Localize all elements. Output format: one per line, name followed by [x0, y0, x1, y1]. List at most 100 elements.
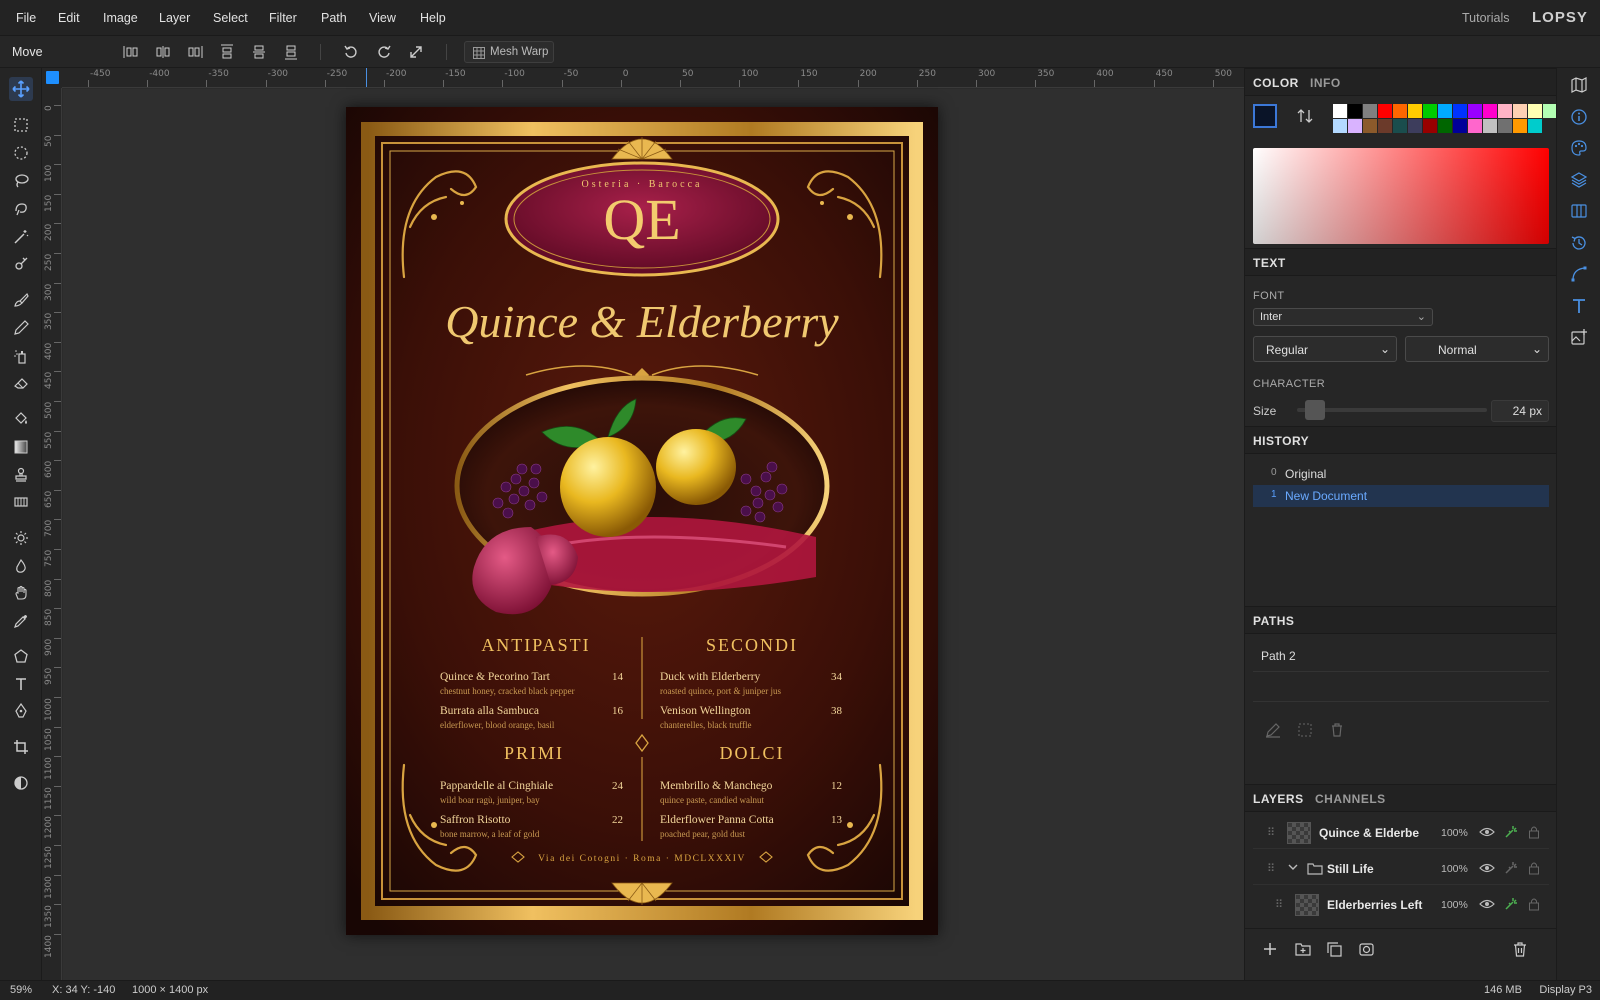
font-family-select[interactable]: Inter ⌄: [1253, 308, 1433, 326]
tab-history[interactable]: HISTORY: [1253, 434, 1309, 448]
visibility-eye-icon[interactable]: [1479, 861, 1495, 875]
color-swatch[interactable]: [1378, 104, 1392, 118]
ruler-origin-icon[interactable]: [46, 71, 59, 84]
rect-select-icon[interactable]: [9, 113, 33, 137]
path-item[interactable]: Path 2: [1253, 644, 1549, 672]
tutorials-link[interactable]: Tutorials: [1462, 11, 1509, 25]
swatch-grid[interactable]: [1333, 104, 1557, 134]
tab-paths[interactable]: PATHS: [1253, 614, 1294, 628]
info-icon[interactable]: [1571, 109, 1587, 125]
color-swatch[interactable]: [1468, 119, 1482, 133]
add-group-icon[interactable]: [1295, 942, 1311, 956]
menu-edit[interactable]: Edit: [58, 11, 80, 25]
paint-bucket-icon[interactable]: [9, 407, 33, 431]
magic-wand-icon[interactable]: [9, 225, 33, 249]
size-input[interactable]: 24 px: [1491, 400, 1549, 422]
foreground-swatch[interactable]: [1253, 104, 1277, 128]
hand-icon[interactable]: [9, 581, 33, 605]
align-top-icon[interactable]: [216, 42, 238, 62]
layer-mask-icon[interactable]: [1359, 942, 1374, 957]
duplicate-layer-icon[interactable]: [1327, 942, 1342, 957]
color-swatch[interactable]: [1453, 119, 1467, 133]
font-weight-select[interactable]: Regular ⌄: [1253, 336, 1397, 362]
color-swatch[interactable]: [1363, 104, 1377, 118]
layer-opacity[interactable]: 100%: [1441, 863, 1468, 875]
color-swatch[interactable]: [1483, 119, 1497, 133]
color-swatch[interactable]: [1393, 104, 1407, 118]
layer-opacity[interactable]: 100%: [1441, 827, 1468, 839]
layer-group-row[interactable]: ⠿ Still Life 100%: [1253, 853, 1549, 885]
color-swatch[interactable]: [1393, 119, 1407, 133]
rotate-cw-icon[interactable]: [373, 42, 395, 62]
text-tool-icon[interactable]: [9, 672, 33, 696]
drag-handle-icon[interactable]: ⠿: [1275, 898, 1283, 911]
lasso-icon[interactable]: [9, 169, 33, 193]
layer-effects-icon[interactable]: [1504, 897, 1518, 911]
align-left-icon[interactable]: [120, 42, 142, 62]
color-swatch[interactable]: [1408, 119, 1422, 133]
align-vcenter-icon[interactable]: [248, 42, 270, 62]
delete-layer-icon[interactable]: [1512, 941, 1528, 957]
pen-tool-icon[interactable]: [9, 699, 33, 723]
color-swatch[interactable]: [1438, 104, 1452, 118]
add-layer-icon[interactable]: [1263, 942, 1277, 956]
color-swatch[interactable]: [1333, 119, 1347, 133]
menu-file[interactable]: File: [16, 11, 36, 25]
align-bottom-icon[interactable]: [280, 42, 302, 62]
tab-layers[interactable]: LAYERS: [1253, 792, 1304, 806]
pencil-icon[interactable]: [9, 316, 33, 340]
font-style-select[interactable]: Normal ⌄: [1405, 336, 1549, 362]
edit-path-icon[interactable]: [1265, 722, 1281, 738]
quick-select-icon[interactable]: [9, 252, 33, 276]
polygon-icon[interactable]: [9, 644, 33, 668]
color-swatch[interactable]: [1438, 119, 1452, 133]
menu-select[interactable]: Select: [213, 11, 248, 25]
color-swatch[interactable]: [1498, 119, 1512, 133]
swap-colors-icon[interactable]: [1297, 108, 1313, 124]
lock-icon[interactable]: [1528, 825, 1540, 839]
color-swatch[interactable]: [1408, 104, 1422, 118]
color-swatch[interactable]: [1348, 104, 1362, 118]
align-hcenter-icon[interactable]: [152, 42, 174, 62]
drag-handle-icon[interactable]: ⠿: [1267, 862, 1275, 875]
pattern-icon[interactable]: [9, 490, 33, 514]
color-swatch[interactable]: [1423, 104, 1437, 118]
path-to-selection-icon[interactable]: [1297, 722, 1313, 738]
gradient-icon[interactable]: [9, 435, 33, 459]
layer-effects-icon[interactable]: [1504, 861, 1518, 875]
color-swatch[interactable]: [1528, 104, 1542, 118]
lock-icon[interactable]: [1528, 897, 1540, 911]
navigator-map-icon[interactable]: [1571, 77, 1587, 93]
color-swatch[interactable]: [1543, 104, 1557, 118]
spray-icon[interactable]: [9, 344, 33, 368]
channels-columns-icon[interactable]: [1571, 203, 1587, 219]
dodge-icon[interactable]: [9, 526, 33, 550]
visibility-eye-icon[interactable]: [1479, 897, 1495, 911]
image-add-icon[interactable]: [1571, 329, 1587, 345]
layer-effects-icon[interactable]: [1504, 825, 1518, 839]
delete-path-icon[interactable]: [1329, 722, 1345, 738]
crop-icon[interactable]: [9, 735, 33, 759]
layers-stack-icon[interactable]: [1571, 172, 1587, 188]
menu-filter[interactable]: Filter: [269, 11, 297, 25]
color-swatch[interactable]: [1423, 119, 1437, 133]
color-swatch[interactable]: [1333, 104, 1347, 118]
lock-icon[interactable]: [1528, 861, 1540, 875]
menu-view[interactable]: View: [369, 11, 396, 25]
magnetic-lasso-icon[interactable]: [9, 197, 33, 221]
visibility-eye-icon[interactable]: [1479, 825, 1495, 839]
menu-path[interactable]: Path: [321, 11, 347, 25]
color-swatch[interactable]: [1513, 104, 1527, 118]
layer-opacity[interactable]: 100%: [1441, 899, 1468, 911]
color-swatch[interactable]: [1528, 119, 1542, 133]
layer-row[interactable]: ⠿ Quince & Elderbe 100%: [1253, 817, 1549, 849]
color-swatch[interactable]: [1453, 104, 1467, 118]
tab-color[interactable]: COLOR: [1253, 76, 1299, 90]
menu-layer[interactable]: Layer: [159, 11, 190, 25]
eraser-icon[interactable]: [9, 371, 33, 395]
menu-help[interactable]: Help: [420, 11, 446, 25]
chevron-down-icon[interactable]: [1287, 861, 1299, 873]
tab-info[interactable]: INFO: [1310, 76, 1341, 90]
brush-icon[interactable]: [9, 288, 33, 312]
align-right-icon[interactable]: [184, 42, 206, 62]
